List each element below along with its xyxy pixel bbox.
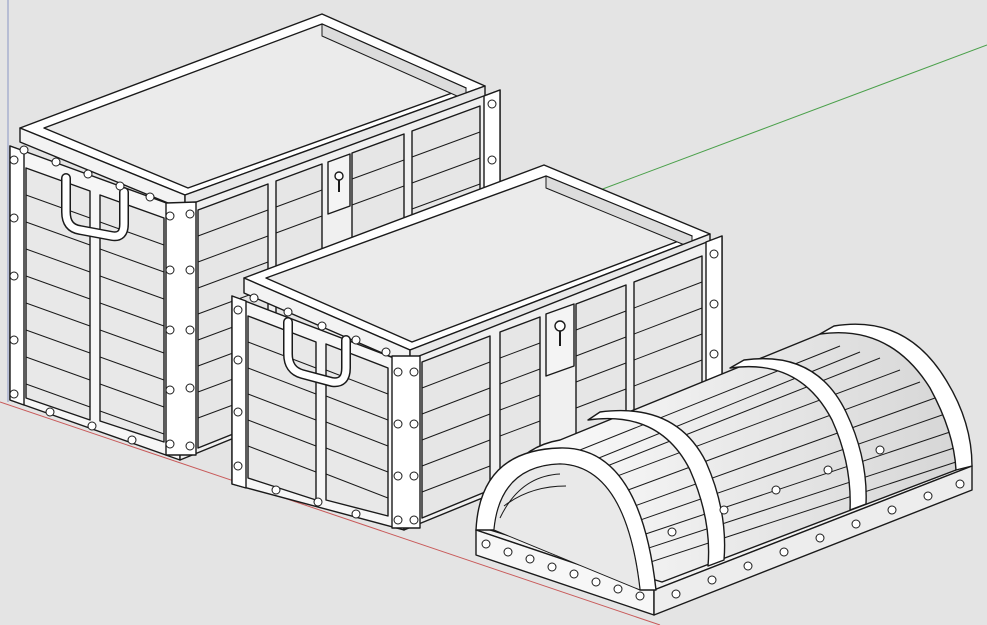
chest-large-front-panel-left (25, 167, 91, 421)
chest-medium-corner-post-left (231, 295, 247, 489)
chest-medium-front-panel-left (247, 315, 317, 501)
3d-model-viewport[interactable] (0, 0, 987, 625)
model-canvas[interactable] (0, 0, 987, 625)
green-axis-line (599, 44, 987, 191)
keyhole-icon (554, 320, 566, 332)
chest-medium-front-panel-right (325, 343, 389, 517)
keyhole-icon (334, 171, 344, 181)
chest-medium-corner-post-mid (391, 355, 421, 529)
